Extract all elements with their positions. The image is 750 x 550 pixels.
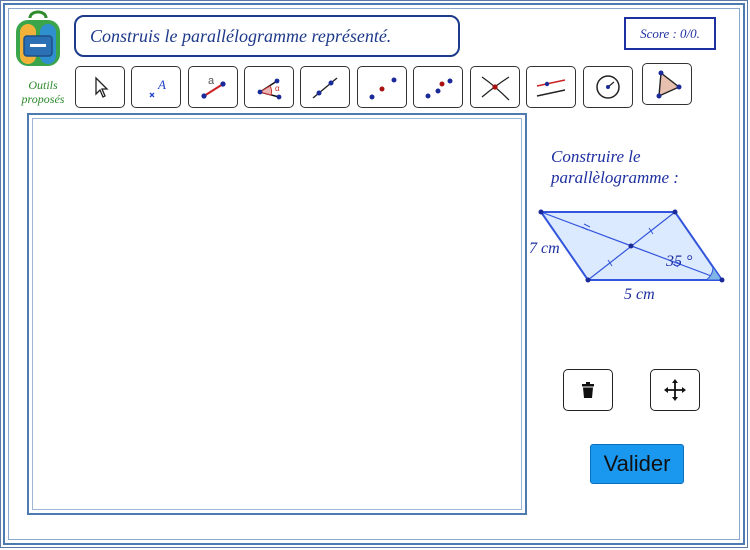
construct-instruction-line2: parallèlogramme : bbox=[551, 168, 679, 187]
segment-length-icon: a bbox=[201, 75, 226, 99]
line-tool[interactable] bbox=[300, 66, 350, 108]
segment-tool-label: a bbox=[208, 75, 215, 87]
polygon-tool[interactable] bbox=[642, 63, 692, 105]
intersection-icon bbox=[481, 76, 510, 101]
angle-tool-label: α bbox=[275, 84, 280, 93]
perpendicular-line-icon bbox=[425, 78, 453, 99]
tools-label: Outils proposés bbox=[12, 78, 74, 106]
arrow-pointer-icon bbox=[95, 76, 109, 98]
parallel-line-icon bbox=[369, 77, 397, 100]
trash-icon bbox=[582, 382, 594, 398]
construct-instruction: Construire le parallèlogramme : bbox=[551, 146, 731, 188]
score-display: Score : 0/0. bbox=[624, 17, 716, 50]
drawing-canvas[interactable] bbox=[32, 118, 522, 510]
delete-button[interactable] bbox=[563, 369, 613, 411]
side-length-label: 7 cm bbox=[529, 240, 560, 257]
angle-icon: α bbox=[257, 78, 282, 100]
validate-button[interactable]: Valider bbox=[590, 444, 684, 484]
move-view-button[interactable] bbox=[650, 369, 700, 411]
segment-length-tool[interactable]: a bbox=[188, 66, 238, 108]
move-arrows-icon bbox=[664, 379, 686, 401]
backpack-logo-icon bbox=[16, 10, 60, 66]
parallelogram-model: 7 cm 5 cm 35 ° bbox=[526, 200, 742, 310]
move-tool[interactable] bbox=[75, 66, 125, 108]
parallel-lines-icon bbox=[536, 79, 566, 97]
tools-label-line2: proposés bbox=[21, 92, 65, 106]
circle-icon bbox=[596, 75, 620, 99]
construct-instruction-line1: Construire le bbox=[551, 147, 641, 166]
parallel-line-tool[interactable] bbox=[357, 66, 407, 108]
parallel-lines-tool[interactable] bbox=[526, 66, 576, 108]
point-tool-label: A bbox=[157, 77, 166, 92]
point-tool[interactable]: A bbox=[131, 66, 181, 108]
point-label-icon: A bbox=[149, 77, 166, 98]
angle-tool[interactable]: α bbox=[244, 66, 294, 108]
drawing-area[interactable] bbox=[27, 113, 527, 515]
polygon-icon bbox=[656, 70, 682, 99]
circle-tool[interactable] bbox=[583, 66, 633, 108]
line-icon bbox=[312, 77, 338, 99]
base-length-label: 5 cm bbox=[624, 286, 655, 303]
tools-label-line1: Outils bbox=[28, 78, 58, 92]
perpendicular-line-tool[interactable] bbox=[413, 66, 463, 108]
intersection-tool[interactable] bbox=[470, 66, 520, 108]
task-instruction: Construis le parallélogramme représenté. bbox=[74, 15, 460, 57]
angle-value-label: 35 ° bbox=[666, 253, 693, 270]
